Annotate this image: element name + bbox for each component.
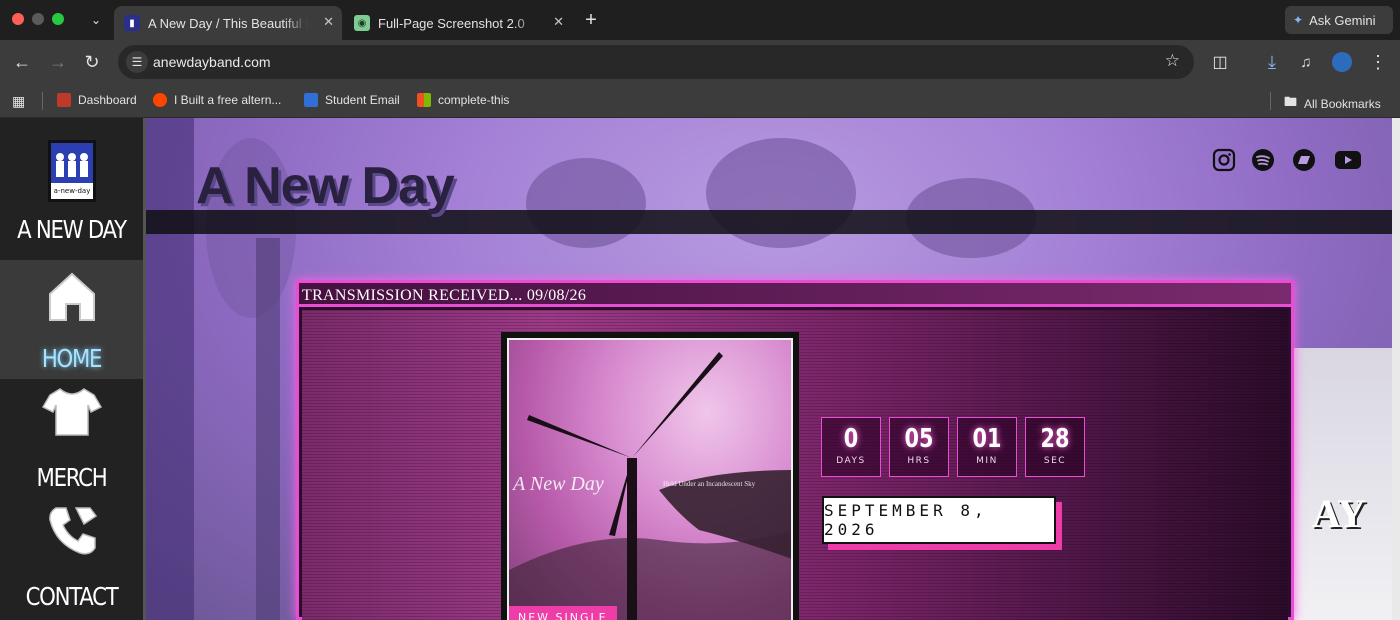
home-icon (49, 272, 95, 321)
bookmarks-bar: ▦ Dashboard I Built a free altern... Stu… (0, 84, 1400, 118)
web-page: a-new-day A NEW DAY HOME MERCH CONTACT A… (0, 118, 1400, 620)
tree-silhouette (526, 158, 646, 248)
minimize-window-button[interactable] (32, 13, 44, 25)
shirt-icon (42, 388, 102, 436)
svg-text:A New Day: A New Day (511, 473, 604, 495)
tab-anewday[interactable]: ▮ A New Day / This Beautiful De ✕ (114, 6, 342, 40)
close-tab-icon[interactable]: ✕ (553, 14, 564, 30)
countdown-value: 01 (972, 424, 1002, 454)
anewday-favicon-icon: ▮ (124, 15, 140, 31)
bookmark-label: Student Email (325, 93, 400, 107)
apps-grid-icon[interactable]: ▦ (12, 93, 25, 110)
album-art: A New Day Held Under an Incandescent Sky… (507, 338, 793, 620)
tab-label: Full-Page Screenshot 2.0 (378, 15, 525, 31)
wind-turbine-image: A New Day Held Under an Incandescent Sky (509, 352, 791, 620)
reload-button[interactable]: ↻ (80, 50, 104, 74)
youtube-icon[interactable] (1334, 148, 1362, 172)
card-header: TRANSMISSION RECEIVED... 09/08/26 (299, 283, 1291, 307)
close-window-button[interactable] (12, 13, 24, 25)
bookmark-label: Dashboard (78, 93, 137, 107)
gemini-sparkle-icon: ✦ (1293, 13, 1304, 27)
bookmark-reddit[interactable]: I Built a free altern... (153, 93, 281, 107)
tab-screenshot[interactable]: ◉ Full-Page Screenshot 2.0 ✕ (344, 6, 572, 40)
all-bookmarks-button[interactable]: 🖿 All Bookmarks (1284, 93, 1381, 115)
new-single-badge: NEW SINGLE (509, 606, 617, 620)
band-logo-icon: a-new-day (48, 140, 96, 202)
instagram-icon[interactable] (1212, 148, 1236, 172)
announcement-card: TRANSMISSION RECEIVED... 09/08/26 A New … (296, 280, 1294, 620)
countdown-hours: 05 HRS (889, 417, 949, 477)
reddit-icon (153, 93, 167, 107)
divider (42, 92, 43, 110)
address-bar[interactable]: ☰ anewdayband.com ☆ (118, 45, 1194, 79)
spotify-icon[interactable] (1251, 148, 1275, 172)
media-controls-icon[interactable]: ♫ (1294, 50, 1318, 74)
bandcamp-icon[interactable] (1292, 148, 1316, 172)
extensions-icon[interactable]: ◫ (1208, 50, 1232, 74)
sidebar-item-merch[interactable]: MERCH (0, 379, 143, 498)
ask-gemini-button[interactable]: ✦ Ask Gemini (1285, 6, 1393, 34)
new-tab-button[interactable]: + (579, 8, 603, 32)
countdown-value: 05 (904, 424, 934, 454)
forward-button[interactable]: → (46, 50, 70, 74)
ask-gemini-label: Ask Gemini (1309, 12, 1376, 28)
phone-icon (49, 507, 98, 555)
mail-icon (304, 93, 318, 107)
tab-label: A New Day / This Beautiful De (148, 15, 308, 31)
release-date-text: SEPTEMBER 8, 2026 (824, 501, 988, 539)
tree-trunk (256, 238, 280, 620)
sidebar-nav: a-new-day A NEW DAY HOME MERCH CONTACT (0, 118, 143, 620)
card-header-text: TRANSMISSION RECEIVED... 09/08/26 (302, 287, 587, 304)
card-body: A New Day Held Under an Incandescent Sky… (302, 310, 1288, 620)
url-text[interactable]: anewdayband.com (153, 54, 271, 70)
bookmark-student-email[interactable]: Student Email (304, 93, 400, 107)
logo-text: A NEW DAY (17, 215, 127, 244)
profile-avatar[interactable] (1330, 50, 1354, 74)
nav-label-contact: CONTACT (25, 582, 119, 611)
countdown-days: 0 DAYS (821, 417, 881, 477)
site-title: A New Day (196, 157, 455, 215)
snow-house (1282, 348, 1392, 620)
tab-strip: ⌄ ▮ A New Day / This Beautiful De ✕ ◉ Fu… (0, 0, 1400, 40)
countdown-unit: DAYS (836, 456, 866, 466)
svg-text:a-new-day: a-new-day (54, 187, 91, 195)
browser-menu-icon[interactable]: ⋮ (1366, 50, 1390, 74)
sidebar-logo[interactable]: a-new-day A NEW DAY (0, 118, 143, 260)
maximize-window-button[interactable] (52, 13, 64, 25)
countdown-minutes: 01 MIN (957, 417, 1017, 477)
release-date-box: SEPTEMBER 8, 2026 (822, 496, 1056, 544)
album-cover[interactable]: A New Day Held Under an Incandescent Sky… (501, 332, 799, 620)
microsoft-icon (417, 93, 431, 107)
tab-search-icon[interactable]: ⌄ (84, 8, 108, 32)
browser-toolbar: ← → ↻ ☰ anewdayband.com ☆ ◫ ⤓ ♫ ⋮ (0, 40, 1400, 84)
countdown-value: 28 (1040, 424, 1070, 454)
back-button[interactable]: ← (10, 50, 34, 74)
hero-section: AY A New Day TRANSMISSION RECEIVED... 09… (146, 118, 1400, 620)
folder-icon: 🖿 (1284, 94, 1298, 109)
bookmark-complete-this[interactable]: complete-this (417, 93, 509, 107)
bookmark-label: I Built a free altern... (174, 93, 282, 107)
all-bookmarks-label: All Bookmarks (1304, 97, 1381, 111)
site-info-icon[interactable]: ☰ (126, 51, 148, 73)
countdown-value: 0 (843, 424, 859, 454)
download-icon[interactable]: ⤓ (1260, 50, 1284, 74)
close-tab-icon[interactable]: ✕ (323, 14, 334, 30)
countdown-unit: MIN (976, 456, 998, 466)
dashboard-favicon-icon (57, 93, 71, 107)
background-title-text: AY (1311, 491, 1366, 536)
nav-label-merch: MERCH (36, 463, 108, 492)
countdown-seconds: 28 SEC (1025, 417, 1085, 477)
divider (1270, 92, 1271, 110)
sidebar-item-contact[interactable]: CONTACT (0, 498, 143, 617)
bookmark-label: complete-this (438, 93, 510, 107)
camera-favicon-icon: ◉ (354, 15, 370, 31)
nav-label-home: HOME (41, 344, 103, 373)
sidebar-item-home[interactable]: HOME (0, 260, 143, 379)
bookmark-star-icon[interactable]: ☆ (1165, 51, 1180, 71)
countdown-unit: SEC (1043, 456, 1067, 466)
countdown-unit: HRS (907, 456, 931, 466)
bookmark-dashboard[interactable]: Dashboard (57, 93, 137, 107)
scrollbar[interactable] (1392, 118, 1400, 620)
svg-text:Held Under an Incandescent Sky: Held Under an Incandescent Sky (663, 480, 756, 488)
